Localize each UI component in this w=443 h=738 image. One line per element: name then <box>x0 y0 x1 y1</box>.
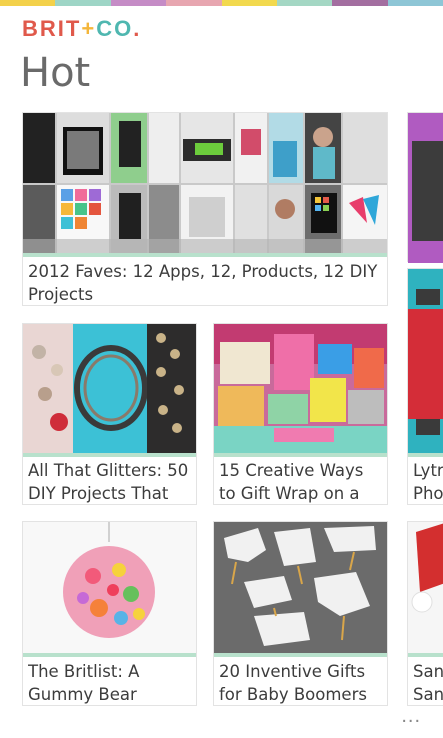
article-caption: The Britlist: A Gummy Bear Chandelier, T… <box>28 662 140 704</box>
article-image <box>408 522 443 653</box>
brit-co-logo: BRIT+CO. <box>22 16 142 41</box>
article-image <box>408 269 443 453</box>
article-image <box>214 522 387 653</box>
tile-accent-stripe <box>23 653 196 657</box>
article-tile[interactable]: 20 Inventive Gifts for Baby Boomers <box>213 521 388 706</box>
tile-accent-stripe <box>408 453 443 457</box>
article-caption: All That Glitters: 50 DIY Projects That <box>28 461 189 503</box>
article-image <box>408 113 443 263</box>
article-tile[interactable] <box>407 112 443 263</box>
article-caption: 20 Inventive Gifts for Baby Boomers <box>219 662 367 704</box>
page-title: Hot <box>20 50 91 96</box>
tile-accent-stripe <box>23 253 387 257</box>
article-tile[interactable]: 15 Creative Ways to Gift Wrap on a <box>213 323 388 505</box>
article-tile[interactable]: San San <box>407 521 443 706</box>
tile-accent-stripe <box>214 653 387 657</box>
article-tile[interactable]: Lytro Pho <box>407 268 443 505</box>
article-caption: San San <box>413 662 443 704</box>
article-image <box>23 522 196 653</box>
article-caption: 15 Creative Ways to Gift Wrap on a <box>219 461 364 503</box>
more-options-button[interactable]: ... <box>401 705 421 728</box>
article-image <box>214 324 387 453</box>
article-caption: Lytro Pho <box>413 461 443 503</box>
article-image <box>23 324 196 453</box>
article-tile[interactable]: The Britlist: A Gummy Bear Chandelier, T… <box>22 521 197 706</box>
tile-accent-stripe <box>408 653 443 657</box>
article-tile[interactable]: 2012 Faves: 12 Apps, 12, Products, 12 DI… <box>22 112 388 306</box>
article-tile[interactable]: All That Glitters: 50 DIY Projects That <box>22 323 197 505</box>
tile-accent-stripe <box>214 453 387 457</box>
article-caption: 2012 Faves: 12 Apps, 12, Products, 12 DI… <box>28 262 378 304</box>
tile-accent-stripe <box>23 453 196 457</box>
brand-color-stripe <box>0 0 443 6</box>
article-image-collage <box>23 113 387 253</box>
